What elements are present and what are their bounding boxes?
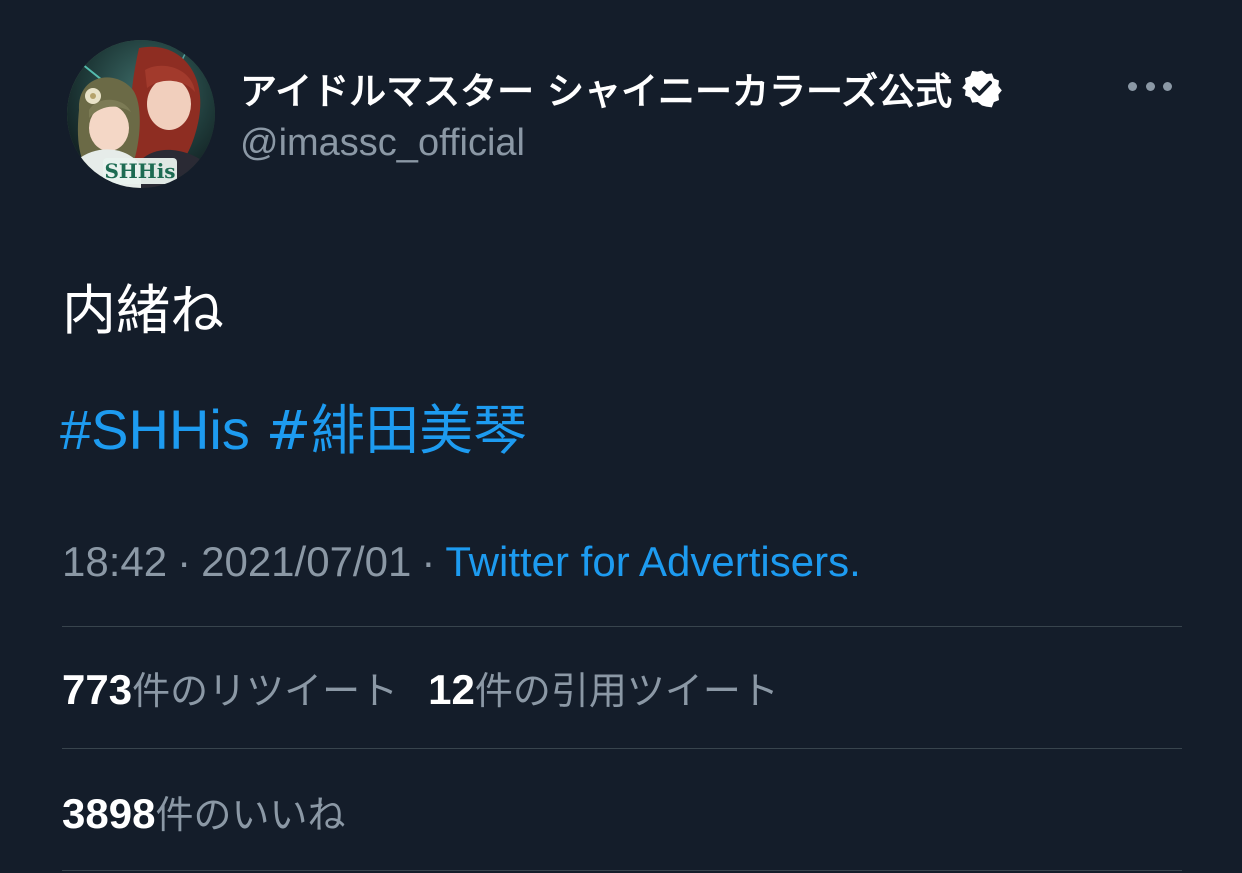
engagement-row: 773件のリツイート 12件の引用ツイート xyxy=(62,660,779,715)
separator: · xyxy=(421,538,436,585)
quotes-label: 件の引用ツイート xyxy=(474,669,779,713)
more-horizontal-icon[interactable] xyxy=(1128,76,1172,96)
likes-count: 3898 xyxy=(62,790,156,837)
hashtag-link[interactable]: #SHHis xyxy=(60,398,250,461)
verified-badge-icon xyxy=(962,70,1003,108)
hashtag-link[interactable]: #緋田美琴 xyxy=(266,399,527,462)
tweet-hashtags: #SHHis #緋田美琴 xyxy=(60,386,527,465)
quotes-stat[interactable]: 12件の引用ツイート xyxy=(428,666,779,713)
author-display-name[interactable]: アイドルマスター シャイニーカラーズ公式 xyxy=(240,61,952,115)
likes-label: 件のいいね xyxy=(155,793,346,837)
retweets-stat[interactable]: 773件のリツイート xyxy=(62,666,399,713)
tweet-meta: 18:42 · 2021/07/01 · Twitter for Advertisers… xyxy=(62,538,861,586)
author-names: アイドルマスター シャイニーカラーズ公式 @imassc_official xyxy=(240,60,1003,165)
more-dot xyxy=(1145,81,1155,91)
avatar[interactable]: SHHis xyxy=(67,40,215,188)
avatar-image: SHHis xyxy=(67,40,215,188)
tweet-text: 内緒ね xyxy=(62,279,224,342)
more-dot xyxy=(1163,81,1172,91)
divider xyxy=(62,748,1182,749)
more-dot xyxy=(1128,81,1137,91)
author-handle[interactable]: @imassc_official xyxy=(240,122,1002,165)
separator: · xyxy=(177,538,192,585)
tweet-date[interactable]: 2021/07/01 xyxy=(201,538,411,585)
divider xyxy=(62,626,1182,627)
avatar-logo-text: SHHis xyxy=(104,159,175,183)
tweet-source-link[interactable]: Twitter for Advertisers. xyxy=(445,538,860,585)
retweets-label: 件のリツイート xyxy=(132,669,399,713)
likes-row: 3898件のいいね xyxy=(62,784,345,839)
tweet-header: SHHis アイドルマスター シャイニーカラーズ公式 @imassc_offic… xyxy=(62,38,1192,198)
tweet-detail: SHHis アイドルマスター シャイニーカラーズ公式 @imassc_offic… xyxy=(0,0,1242,873)
tweet-time[interactable]: 18:42 xyxy=(62,538,167,585)
retweets-count: 773 xyxy=(62,666,133,713)
divider xyxy=(62,870,1182,871)
likes-stat[interactable]: 3898件のいいね xyxy=(62,790,346,837)
display-name-row: アイドルマスター シャイニーカラーズ公式 xyxy=(240,60,1003,116)
quotes-count: 12 xyxy=(428,666,475,713)
